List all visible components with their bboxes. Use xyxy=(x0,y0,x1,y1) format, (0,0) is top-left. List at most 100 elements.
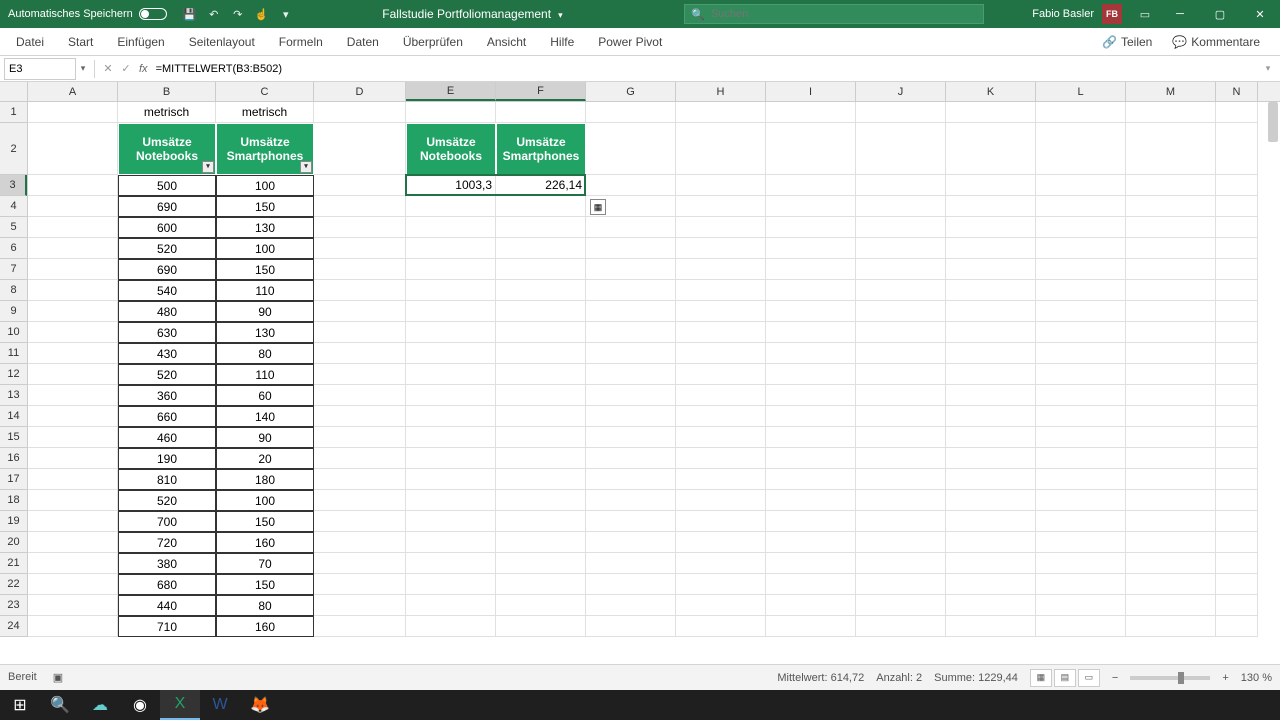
cell-N9[interactable] xyxy=(1216,301,1258,322)
cell-M7[interactable] xyxy=(1126,259,1216,280)
cell-M18[interactable] xyxy=(1126,490,1216,511)
col-header-F[interactable]: F xyxy=(496,82,586,101)
cell-N8[interactable] xyxy=(1216,280,1258,301)
cell-J21[interactable] xyxy=(856,553,946,574)
cell-I11[interactable] xyxy=(766,343,856,364)
cell-H8[interactable] xyxy=(676,280,766,301)
cell-L6[interactable] xyxy=(1036,238,1126,259)
search-input[interactable] xyxy=(711,8,977,20)
cell-L5[interactable] xyxy=(1036,217,1126,238)
cell-H20[interactable] xyxy=(676,532,766,553)
cell-D12[interactable] xyxy=(314,364,406,385)
row-header-21[interactable]: 21 xyxy=(0,553,27,574)
cell-K19[interactable] xyxy=(946,511,1036,532)
cell-H2[interactable] xyxy=(676,123,766,175)
cell-J16[interactable] xyxy=(856,448,946,469)
cell-C17[interactable]: 180 xyxy=(216,469,314,490)
cell-B4[interactable]: 690 xyxy=(118,196,216,217)
cell-D1[interactable] xyxy=(314,102,406,123)
cell-N10[interactable] xyxy=(1216,322,1258,343)
cell-J3[interactable] xyxy=(856,175,946,196)
cell-G8[interactable] xyxy=(586,280,676,301)
cell-J10[interactable] xyxy=(856,322,946,343)
cell-F23[interactable] xyxy=(496,595,586,616)
cell-G2[interactable] xyxy=(586,123,676,175)
cell-F24[interactable] xyxy=(496,616,586,637)
cell-A9[interactable] xyxy=(28,301,118,322)
cell-L19[interactable] xyxy=(1036,511,1126,532)
cell-K7[interactable] xyxy=(946,259,1036,280)
cell-B17[interactable]: 810 xyxy=(118,469,216,490)
cell-I7[interactable] xyxy=(766,259,856,280)
cell-G12[interactable] xyxy=(586,364,676,385)
cell-J7[interactable] xyxy=(856,259,946,280)
cell-L13[interactable] xyxy=(1036,385,1126,406)
cell-N1[interactable] xyxy=(1216,102,1258,123)
cell-B19[interactable]: 700 xyxy=(118,511,216,532)
cell-G11[interactable] xyxy=(586,343,676,364)
cell-G5[interactable] xyxy=(586,217,676,238)
cell-E20[interactable] xyxy=(406,532,496,553)
cell-F6[interactable] xyxy=(496,238,586,259)
cell-I18[interactable] xyxy=(766,490,856,511)
cell-B22[interactable]: 680 xyxy=(118,574,216,595)
cell-G1[interactable] xyxy=(586,102,676,123)
cell-L18[interactable] xyxy=(1036,490,1126,511)
cell-M3[interactable] xyxy=(1126,175,1216,196)
cell-N3[interactable] xyxy=(1216,175,1258,196)
cell-K5[interactable] xyxy=(946,217,1036,238)
taskbar-word[interactable]: W xyxy=(200,690,240,720)
cell-H16[interactable] xyxy=(676,448,766,469)
row-header-11[interactable]: 11 xyxy=(0,343,27,364)
cell-B5[interactable]: 600 xyxy=(118,217,216,238)
cell-D17[interactable] xyxy=(314,469,406,490)
cell-C20[interactable]: 160 xyxy=(216,532,314,553)
cell-F12[interactable] xyxy=(496,364,586,385)
cell-G13[interactable] xyxy=(586,385,676,406)
cell-M5[interactable] xyxy=(1126,217,1216,238)
cell-J14[interactable] xyxy=(856,406,946,427)
cell-K3[interactable] xyxy=(946,175,1036,196)
cell-J4[interactable] xyxy=(856,196,946,217)
cell-L9[interactable] xyxy=(1036,301,1126,322)
cell-G14[interactable] xyxy=(586,406,676,427)
cell-L10[interactable] xyxy=(1036,322,1126,343)
row-header-16[interactable]: 16 xyxy=(0,448,27,469)
cell-D18[interactable] xyxy=(314,490,406,511)
touch-mode-icon[interactable]: ☝ xyxy=(255,7,269,21)
cell-J1[interactable] xyxy=(856,102,946,123)
cell-J22[interactable] xyxy=(856,574,946,595)
tab-datei[interactable]: Datei xyxy=(4,28,56,56)
cell-C4[interactable]: 150 xyxy=(216,196,314,217)
col-header-J[interactable]: J xyxy=(856,82,946,101)
view-pagebreak-icon[interactable]: ▭ xyxy=(1078,669,1100,687)
cell-D22[interactable] xyxy=(314,574,406,595)
cell-H9[interactable] xyxy=(676,301,766,322)
cell-E12[interactable] xyxy=(406,364,496,385)
cell-C12[interactable]: 110 xyxy=(216,364,314,385)
cell-D23[interactable] xyxy=(314,595,406,616)
cell-G10[interactable] xyxy=(586,322,676,343)
cell-K23[interactable] xyxy=(946,595,1036,616)
cell-F16[interactable] xyxy=(496,448,586,469)
cell-L22[interactable] xyxy=(1036,574,1126,595)
cell-B10[interactable]: 630 xyxy=(118,322,216,343)
start-button[interactable]: ⊞ xyxy=(0,690,40,720)
cell-A20[interactable] xyxy=(28,532,118,553)
zoom-level[interactable]: 130 % xyxy=(1241,672,1272,684)
cell-D6[interactable] xyxy=(314,238,406,259)
expand-formula-icon[interactable]: ▾ xyxy=(1262,63,1280,74)
col-header-A[interactable]: A xyxy=(28,82,118,101)
cell-E16[interactable] xyxy=(406,448,496,469)
zoom-out-icon[interactable]: − xyxy=(1112,672,1118,684)
cell-C18[interactable]: 100 xyxy=(216,490,314,511)
cell-M14[interactable] xyxy=(1126,406,1216,427)
col-header-L[interactable]: L xyxy=(1036,82,1126,101)
cell-D20[interactable] xyxy=(314,532,406,553)
cell-K22[interactable] xyxy=(946,574,1036,595)
cell-H12[interactable] xyxy=(676,364,766,385)
cell-K6[interactable] xyxy=(946,238,1036,259)
cell-J5[interactable] xyxy=(856,217,946,238)
cell-C7[interactable]: 150 xyxy=(216,259,314,280)
user-name[interactable]: Fabio Basler xyxy=(1032,8,1094,20)
